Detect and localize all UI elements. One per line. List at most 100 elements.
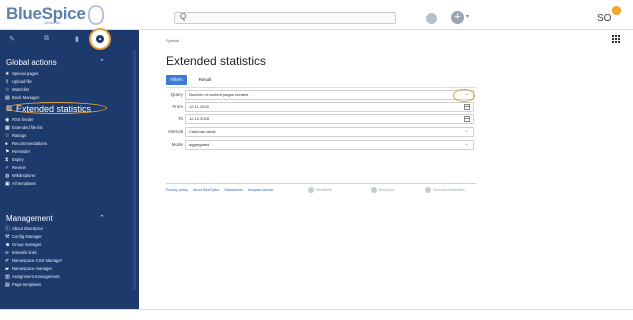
sidebar-item-all-templates[interactable]: ▣ All templates bbox=[0, 180, 139, 188]
mode-row: Mode aggregated ⌄ bbox=[166, 140, 476, 150]
semantic-mediawiki-badge[interactable]: Semantic MediaWiki bbox=[425, 186, 465, 195]
management-menu: ⓘ About BlueSpice ⚒ Config Manager ☻ Group … bbox=[0, 225, 139, 289]
logo[interactable]: BlueSpice MediaWiki bbox=[6, 4, 104, 28]
section-global-actions[interactable]: Global actions bbox=[6, 58, 57, 67]
sidebar-item-expiry[interactable]: ⧗ Expiry bbox=[0, 156, 139, 164]
tab-filters[interactable]: Filters bbox=[166, 75, 187, 85]
query-label: Query bbox=[170, 92, 183, 97]
search-icon: Q bbox=[180, 12, 187, 21]
sidebar-scrollbar[interactable] bbox=[133, 50, 136, 290]
sidebar-item-namespace-css-manager[interactable]: ✐ Namespace-CSS Manager bbox=[0, 257, 139, 265]
from-label: From bbox=[172, 104, 184, 109]
logo-three-icon bbox=[87, 4, 104, 25]
sidebar-item-extended-file-list[interactable]: ▦ Extended file list bbox=[0, 124, 139, 132]
sidebar-item-upload-file[interactable]: ⇪ Upload file bbox=[0, 78, 139, 86]
sidebar-item-special-pages[interactable]: ★ Special pages bbox=[0, 70, 139, 78]
sidebar-item-about-bluespice[interactable]: ⓘ About BlueSpice bbox=[0, 225, 139, 233]
sidebar-item-namespace-manager[interactable]: ▰ Namespace manager bbox=[0, 265, 139, 273]
hamburger-icon[interactable]: ≡ bbox=[116, 36, 121, 45]
add-icon[interactable]: + bbox=[451, 11, 464, 24]
assign-icon: ▥ bbox=[5, 274, 10, 280]
mode-label: Mode bbox=[171, 142, 183, 147]
gear-icon[interactable] bbox=[89, 28, 111, 50]
sidebar-item-group-manager[interactable]: ☻ Group manager bbox=[0, 241, 139, 249]
sidebar-item-ratings[interactable]: ☆ Ratings bbox=[0, 132, 139, 140]
copy-icon[interactable]: ⧉ bbox=[44, 35, 49, 43]
page-bottom-border bbox=[0, 309, 633, 310]
tab-result[interactable]: Result bbox=[193, 75, 217, 85]
footer-divider bbox=[166, 183, 476, 184]
star-icon: ★ bbox=[5, 71, 10, 77]
file-list-icon: ▦ bbox=[5, 125, 10, 131]
info-icon: ⓘ bbox=[5, 226, 11, 232]
highlight-ring bbox=[453, 89, 475, 102]
chevron-up-icon[interactable]: ⌃ bbox=[99, 58, 105, 66]
mediawiki-badge[interactable]: MediaWiki bbox=[308, 186, 332, 195]
grid-menu-icon[interactable] bbox=[612, 35, 621, 44]
logo-subtitle: MediaWiki bbox=[44, 20, 60, 25]
pin-icon[interactable]: ✎ bbox=[9, 35, 15, 43]
globe-icon: ◍ bbox=[5, 173, 10, 179]
sidebar-item-extended-statistics[interactable]: ▥ Extended statistics bbox=[0, 102, 139, 116]
hourglass-icon: ⧗ bbox=[5, 157, 9, 163]
book-icon: ▤ bbox=[5, 95, 10, 101]
footer-links: Privacy policy About BlueSpice Disclaime… bbox=[166, 188, 278, 192]
from-date-field[interactable]: 12.11.2018 bbox=[185, 102, 474, 112]
bluespice-badge[interactable]: BlueSpice bbox=[371, 186, 395, 195]
tab-divider bbox=[166, 87, 476, 88]
footer-link-analysis[interactable]: Analysis service bbox=[248, 188, 274, 192]
notification-badge[interactable] bbox=[612, 6, 621, 15]
mediawiki-icon bbox=[308, 187, 314, 194]
interval-select[interactable]: Calendar week ⌄ bbox=[185, 127, 474, 137]
sidebar-item-reminder[interactable]: ⚑ Reminder bbox=[0, 148, 139, 156]
upload-icon: ⇪ bbox=[5, 79, 10, 85]
from-row: From 12.11.2018 bbox=[166, 102, 476, 112]
flag-icon: ⚑ bbox=[5, 149, 10, 155]
search-input[interactable]: Q bbox=[174, 12, 396, 24]
sidebar-item-wikiexplorer[interactable]: ◍ WikiExplorer bbox=[0, 172, 139, 180]
chevron-down-icon[interactable]: ▾ bbox=[466, 13, 469, 20]
sidebar-item-rss-feeder[interactable]: ◉ RSS feeder bbox=[0, 116, 139, 124]
wrench-icon: ⚒ bbox=[5, 234, 10, 240]
footer-link-disclaimers[interactable]: Disclaimers bbox=[224, 188, 243, 192]
sidebar-item-assignment-management[interactable]: ▥ Assignment management bbox=[0, 273, 139, 281]
semantic-mediawiki-icon bbox=[425, 187, 431, 194]
check-icon: ✓ bbox=[5, 165, 10, 171]
link-icon: ∞ bbox=[5, 250, 9, 256]
star-icon: ☆ bbox=[5, 133, 10, 139]
highlight-ring bbox=[6, 102, 107, 114]
to-date-field[interactable]: 12.12.2018 bbox=[185, 114, 474, 124]
mode-select[interactable]: aggregated ⌄ bbox=[185, 140, 474, 150]
sidebar-item-config-manager[interactable]: ⚒ Config Manager bbox=[0, 233, 139, 241]
section-management[interactable]: Management bbox=[6, 214, 53, 223]
chevron-down-icon[interactable]: ⌄ bbox=[464, 140, 469, 148]
chevron-up-icon[interactable]: ⌃ bbox=[99, 214, 105, 222]
star-outline-icon: ☆ bbox=[5, 87, 10, 93]
trash-icon[interactable]: ▮ bbox=[75, 35, 79, 43]
thumb-icon: ♠ bbox=[5, 141, 8, 147]
sidebar-item-interwiki-links[interactable]: ∞ Interwiki links bbox=[0, 249, 139, 257]
breadcrumb[interactable]: Special bbox=[166, 38, 179, 43]
template-icon: ▣ bbox=[5, 181, 10, 187]
user-avatar[interactable]: SO bbox=[597, 13, 611, 24]
footer-link-privacy[interactable]: Privacy policy bbox=[166, 188, 188, 192]
chevron-down-icon[interactable]: ⌄ bbox=[464, 127, 469, 135]
group-icon: ☻ bbox=[5, 242, 11, 248]
edit-icon[interactable] bbox=[426, 13, 437, 24]
sidebar-item-recommendations[interactable]: ♠ Recommendations bbox=[0, 140, 139, 148]
global-actions-menu: ★ Special pages ⇪ Upload file ☆ Watchlist ▤… bbox=[0, 70, 139, 188]
page-icon: ▤ bbox=[5, 282, 10, 288]
query-select[interactable]: Number of content pages created ⌄ bbox=[185, 89, 475, 102]
top-bar: BlueSpice MediaWiki Q + ▾ SO bbox=[0, 0, 633, 30]
sidebar-item-book-manager[interactable]: ▤ Book Manager bbox=[0, 94, 139, 102]
sidebar: ✎ ⧉ ▮ Global actions ⌃ ★ Special pages ⇪ U… bbox=[0, 28, 139, 310]
page-title: Extended statistics bbox=[166, 54, 267, 68]
calendar-icon[interactable] bbox=[464, 104, 470, 110]
calendar-icon[interactable] bbox=[464, 116, 470, 122]
to-label: To bbox=[178, 116, 183, 121]
footer-link-about[interactable]: About BlueSpice bbox=[193, 188, 220, 192]
sidebar-item-review[interactable]: ✓ Review bbox=[0, 164, 139, 172]
sidebar-item-page-templates[interactable]: ▤ Page templates bbox=[0, 281, 139, 289]
rss-icon: ◉ bbox=[5, 117, 10, 123]
sidebar-item-watchlist[interactable]: ☆ Watchlist bbox=[0, 86, 139, 94]
